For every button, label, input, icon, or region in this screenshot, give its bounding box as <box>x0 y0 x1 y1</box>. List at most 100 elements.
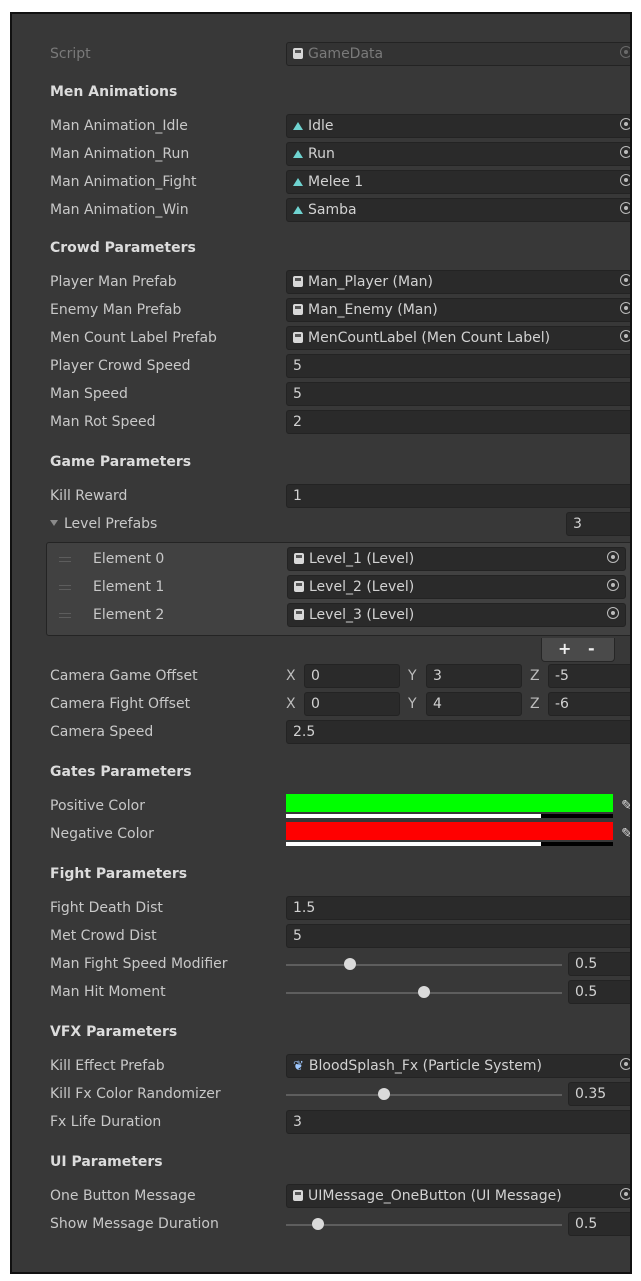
input-level-prefabs-size[interactable]: 3 <box>566 512 630 536</box>
prefab-icon <box>293 276 303 287</box>
label-player-man-prefab: Player Man Prefab <box>50 274 177 290</box>
row-fx-life-duration: Fx Life Duration 3 <box>12 1108 630 1138</box>
field-player-man-prefab[interactable]: Man_Player (Man) <box>286 270 630 294</box>
script-icon <box>293 48 303 59</box>
input-camera-fight-offset-x[interactable]: 0 <box>304 692 400 716</box>
object-picker-icon[interactable] <box>620 330 630 342</box>
eyedropper-icon[interactable]: ✎ <box>615 794 630 818</box>
label-fight-death-dist: Fight Death Dist <box>50 900 163 916</box>
value-enemy-man-prefab: Man_Enemy (Man) <box>308 302 438 318</box>
section-crowd-parameters: Crowd Parameters <box>50 240 196 256</box>
slider-track[interactable] <box>286 1094 562 1096</box>
object-picker-icon[interactable] <box>607 607 619 619</box>
drag-handle-icon[interactable] <box>59 585 71 590</box>
axis-y-label: Y <box>408 668 417 684</box>
input-fx-life-duration[interactable]: 3 <box>286 1110 630 1134</box>
slider-knob[interactable] <box>378 1088 391 1100</box>
input-camera-game-offset-y[interactable]: 3 <box>426 664 522 688</box>
field-man-animation-fight[interactable]: Melee 1 <box>286 170 630 194</box>
object-picker-icon[interactable] <box>620 1058 630 1070</box>
object-picker-icon[interactable] <box>607 551 619 563</box>
object-picker-icon[interactable] <box>607 579 619 591</box>
field-man-animation-idle[interactable]: Idle <box>286 114 630 138</box>
positive-color-swatch[interactable] <box>286 794 613 818</box>
row-camera-speed: Camera Speed 2.5 <box>12 718 630 748</box>
field-element-2[interactable]: Level_3 (Level) <box>287 603 626 627</box>
label-man-speed: Man Speed <box>50 386 128 402</box>
object-picker-icon[interactable] <box>620 174 630 186</box>
negative-color-swatch[interactable] <box>286 822 613 846</box>
field-kill-effect-prefab[interactable]: ❦ BloodSplash_Fx (Particle System) <box>286 1054 630 1078</box>
section-gates-parameters: Gates Parameters <box>50 764 192 780</box>
field-element-0[interactable]: Level_1 (Level) <box>287 547 626 571</box>
input-man-hit-moment[interactable]: 0.5 <box>568 980 630 1004</box>
object-picker-icon[interactable] <box>620 146 630 158</box>
list-item: Element 0 Level_1 (Level) <box>47 545 630 575</box>
object-picker-icon[interactable] <box>620 274 630 286</box>
slider-knob[interactable] <box>344 958 357 970</box>
input-kill-fx-color-randomizer[interactable]: 0.35 <box>568 1082 630 1106</box>
label-element-2: Element 2 <box>93 607 165 623</box>
label-enemy-man-prefab: Enemy Man Prefab <box>50 302 182 318</box>
axis-z-label: Z <box>530 696 540 712</box>
label-camera-speed: Camera Speed <box>50 724 154 740</box>
input-player-crowd-speed[interactable]: 5 <box>286 354 630 378</box>
input-camera-speed[interactable]: 2.5 <box>286 720 630 744</box>
level-prefabs-foldout[interactable]: Level Prefabs <box>50 516 157 532</box>
prefab-icon <box>293 1190 303 1201</box>
row-level-prefabs[interactable]: Level Prefabs 3 <box>12 510 630 540</box>
input-camera-fight-offset-z[interactable]: -6 <box>548 692 630 716</box>
label-met-crowd-dist: Met Crowd Dist <box>50 928 157 944</box>
slider-knob[interactable] <box>312 1218 325 1230</box>
input-camera-fight-offset-y[interactable]: 4 <box>426 692 522 716</box>
axis-x-label: X <box>286 668 296 684</box>
section-game-parameters: Game Parameters <box>50 454 192 470</box>
inspector-panel: Script GameData Men Animations Man Anima… <box>10 12 632 1274</box>
object-picker-icon[interactable] <box>620 118 630 130</box>
section-vfx-parameters: VFX Parameters <box>50 1024 178 1040</box>
label-man-rot-speed: Man Rot Speed <box>50 414 156 430</box>
field-one-button-message[interactable]: UIMessage_OneButton (UI Message) <box>286 1184 630 1208</box>
row-man-rot-speed: Man Rot Speed 2 <box>12 408 630 438</box>
field-man-animation-win[interactable]: Samba <box>286 198 630 222</box>
drag-handle-icon[interactable] <box>59 613 71 618</box>
input-man-fight-speed-modifier[interactable]: 0.5 <box>568 952 630 976</box>
color-fill <box>286 822 613 840</box>
input-kill-reward[interactable]: 1 <box>286 484 630 508</box>
remove-element-button[interactable]: - <box>588 639 595 658</box>
foldout-arrow-icon[interactable] <box>50 520 58 526</box>
row-negative-color: Negative Color ✎ <box>12 820 630 850</box>
drag-handle-icon[interactable] <box>59 557 71 562</box>
field-enemy-man-prefab[interactable]: Man_Enemy (Man) <box>286 298 630 322</box>
input-camera-game-offset-x[interactable]: 0 <box>304 664 400 688</box>
input-fight-death-dist[interactable]: 1.5 <box>286 896 630 920</box>
list-add-remove: + - <box>541 638 615 662</box>
script-label: Script <box>50 46 91 62</box>
add-element-button[interactable]: + <box>558 639 571 658</box>
row-man-fight-speed-modifier: Man Fight Speed Modifier 0.5 <box>12 950 630 980</box>
eyedropper-icon[interactable]: ✎ <box>615 822 630 846</box>
input-show-message-duration[interactable]: 0.5 <box>568 1212 630 1236</box>
slider-track[interactable] <box>286 1224 562 1226</box>
field-men-count-label-prefab[interactable]: MenCountLabel (Men Count Label) <box>286 326 630 350</box>
label-kill-effect-prefab: Kill Effect Prefab <box>50 1058 165 1074</box>
alpha-bar <box>286 814 542 818</box>
input-man-speed[interactable]: 5 <box>286 382 630 406</box>
field-element-1[interactable]: Level_2 (Level) <box>287 575 626 599</box>
input-camera-game-offset-z[interactable]: -5 <box>548 664 630 688</box>
value-kill-effect-prefab: BloodSplash_Fx (Particle System) <box>308 1058 542 1074</box>
row-player-man-prefab: Player Man Prefab Man_Player (Man) <box>12 268 630 298</box>
row-show-message-duration: Show Message Duration 0.5 <box>12 1210 630 1240</box>
object-picker-icon[interactable] <box>620 1188 630 1200</box>
prefab-icon <box>293 304 303 315</box>
field-man-animation-run[interactable]: Run <box>286 142 630 166</box>
label-kill-reward: Kill Reward <box>50 488 128 504</box>
input-met-crowd-dist[interactable]: 5 <box>286 924 630 948</box>
object-picker-icon[interactable] <box>620 202 630 214</box>
input-man-rot-speed[interactable]: 2 <box>286 410 630 434</box>
object-picker-icon[interactable] <box>620 302 630 314</box>
slider-track[interactable] <box>286 964 562 966</box>
slider-knob[interactable] <box>418 986 430 998</box>
value-fight: Melee 1 <box>308 174 364 190</box>
row-man-animation-idle: Man Animation_Idle Idle <box>12 112 630 142</box>
